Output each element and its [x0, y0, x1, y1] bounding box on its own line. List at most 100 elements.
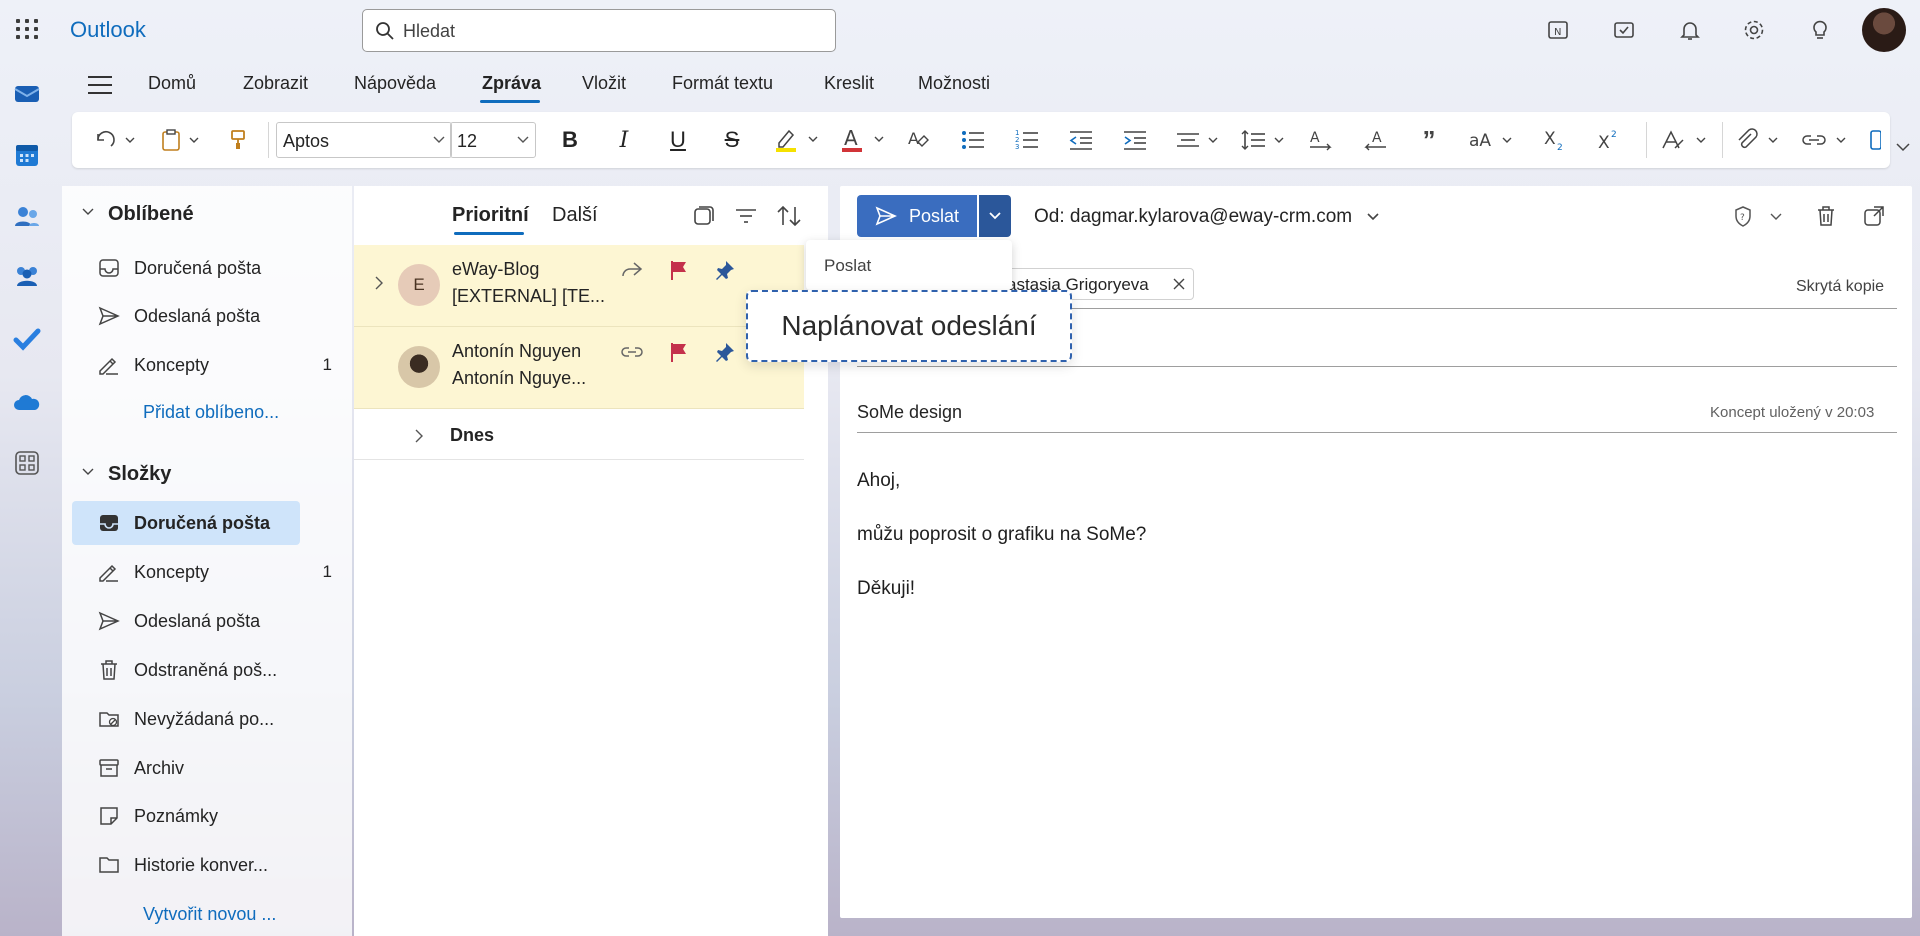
app-launcher-icon[interactable] — [14, 17, 38, 41]
send-button[interactable]: Poslat — [857, 195, 977, 237]
align-icon[interactable] — [1174, 126, 1224, 154]
folder-drafts[interactable]: Koncepty 1 — [72, 550, 332, 594]
folder-conversation-history[interactable]: Historie konver... — [72, 843, 300, 887]
flag-icon[interactable] — [668, 259, 690, 281]
favorite-drafts[interactable]: Koncepty 1 — [72, 343, 332, 387]
numbering-icon[interactable]: 123 — [1012, 126, 1042, 154]
onenote-icon[interactable]: N — [1544, 16, 1572, 44]
app-brand[interactable]: Outlook — [70, 17, 146, 43]
add-favorite-link[interactable]: Přidat oblíbeno... — [143, 402, 279, 423]
superscript-icon[interactable]: X2 — [1594, 126, 1624, 154]
people-app-icon[interactable] — [12, 202, 42, 232]
close-icon[interactable] — [1173, 278, 1185, 290]
search-input[interactable] — [403, 19, 823, 43]
subject-field[interactable]: SoMe design — [857, 402, 962, 423]
menu-item-send[interactable]: Poslat — [824, 256, 871, 276]
tab-focused[interactable]: Prioritní — [452, 204, 529, 227]
format-painter-icon[interactable] — [224, 126, 252, 154]
underline-icon[interactable]: U — [664, 126, 692, 154]
pop-out-icon[interactable] — [1862, 204, 1886, 228]
folders-collapse-icon[interactable] — [82, 468, 94, 476]
font-color-icon[interactable]: A — [838, 126, 888, 154]
line-spacing-icon[interactable] — [1240, 126, 1290, 154]
tab-home[interactable]: Domů — [148, 73, 196, 94]
lightbulb-icon[interactable] — [1806, 16, 1834, 44]
ltr-icon[interactable]: A — [1306, 126, 1336, 154]
pin-icon[interactable] — [714, 341, 736, 363]
favorites-collapse-icon[interactable] — [82, 208, 94, 216]
more-apps-icon[interactable] — [12, 448, 42, 478]
favorites-header[interactable]: Oblíbené — [108, 203, 194, 226]
flag-icon[interactable] — [668, 341, 690, 363]
tab-help[interactable]: Nápověda — [354, 73, 436, 94]
more-tools-icon[interactable] — [1868, 126, 1882, 154]
sort-icon[interactable] — [776, 204, 802, 228]
font-name-select[interactable]: Aptos — [276, 122, 452, 158]
tab-options[interactable]: Možnosti — [918, 73, 990, 94]
bell-icon[interactable] — [1676, 16, 1704, 44]
from-selector[interactable]: Od: dagmar.kylarova@eway-crm.com — [1034, 206, 1379, 228]
folder-deleted[interactable]: Odstraněná poš... — [72, 648, 300, 692]
group-header-today[interactable]: Dnes — [354, 410, 804, 460]
tab-message[interactable]: Zpráva — [482, 73, 541, 94]
mail-app-icon[interactable] — [12, 78, 42, 108]
gear-icon[interactable] — [1740, 16, 1768, 44]
styles-icon[interactable] — [1660, 126, 1712, 154]
body-line[interactable]: Děkuji! — [857, 578, 915, 600]
bcc-button[interactable]: Skrytá kopie — [1796, 278, 1884, 296]
onedrive-app-icon[interactable] — [12, 388, 42, 418]
todo-app-icon[interactable] — [12, 324, 42, 354]
body-line[interactable]: můžu poprosit o grafiku na SoMe? — [857, 524, 1146, 546]
select-icon[interactable] — [692, 204, 716, 228]
message-row[interactable]: Antonín Nguyen Antonín Nguye... — [354, 327, 804, 409]
paste-button[interactable] — [156, 126, 204, 154]
strikethrough-icon[interactable]: S — [718, 126, 746, 154]
tab-format-text[interactable]: Formát textu — [672, 73, 773, 94]
expand-group-icon[interactable] — [414, 429, 424, 443]
menu-icon[interactable] — [88, 76, 112, 96]
folder-sent[interactable]: Odeslaná pošta — [72, 599, 300, 643]
forward-icon[interactable] — [620, 259, 644, 281]
schedule-send-item[interactable]: Naplánovat odeslání — [746, 290, 1072, 362]
message-row[interactable]: E eWay-Blog [EXTERNAL] [TE... — [354, 245, 804, 327]
folder-inbox[interactable]: Doručená pošta — [72, 501, 300, 545]
body-line[interactable]: Ahoj, — [857, 470, 900, 492]
pin-icon[interactable] — [714, 259, 736, 281]
tab-other[interactable]: Další — [552, 204, 598, 227]
undo-button[interactable] — [90, 126, 138, 154]
todo-icon[interactable] — [1610, 16, 1638, 44]
chevron-down-icon[interactable] — [1770, 213, 1782, 221]
folder-archive[interactable]: Archiv — [72, 746, 300, 790]
attach-icon[interactable] — [1732, 126, 1784, 154]
clear-format-icon[interactable]: A — [904, 126, 934, 154]
font-size-select[interactable]: 12 — [450, 122, 536, 158]
discard-icon[interactable] — [1814, 204, 1838, 228]
expand-thread-icon[interactable] — [374, 276, 384, 290]
search-box[interactable] — [362, 9, 836, 52]
link-icon[interactable] — [620, 341, 644, 363]
italic-icon[interactable]: I — [610, 126, 638, 154]
calendar-app-icon[interactable] — [12, 140, 42, 170]
subscript-icon[interactable]: X2 — [1540, 126, 1570, 154]
folders-header[interactable]: Složky — [108, 463, 171, 486]
change-case-icon[interactable]: aA — [1466, 126, 1518, 154]
tab-view[interactable]: Zobrazit — [243, 73, 308, 94]
favorite-inbox[interactable]: Doručená pošta — [72, 246, 300, 290]
send-options-button[interactable] — [979, 195, 1011, 237]
rtl-icon[interactable]: A — [1360, 126, 1390, 154]
ribbon-expand-icon[interactable] — [1896, 142, 1910, 152]
user-avatar[interactable] — [1862, 8, 1906, 52]
bullets-icon[interactable] — [958, 126, 988, 154]
quote-icon[interactable]: ” — [1414, 125, 1444, 155]
increase-indent-icon[interactable] — [1120, 126, 1150, 154]
highlight-icon[interactable] — [772, 126, 822, 154]
filter-icon[interactable] — [734, 206, 758, 226]
sensitivity-icon[interactable]: ? — [1734, 205, 1752, 227]
folder-notes[interactable]: Poznámky — [72, 794, 300, 838]
folder-junk[interactable]: Nevyžádaná po... — [72, 697, 300, 741]
favorite-sent[interactable]: Odeslaná pošta — [72, 294, 300, 338]
bold-icon[interactable]: B — [556, 126, 584, 154]
decrease-indent-icon[interactable] — [1066, 126, 1096, 154]
tab-insert[interactable]: Vložit — [582, 73, 626, 94]
tab-draw[interactable]: Kreslit — [824, 73, 874, 94]
